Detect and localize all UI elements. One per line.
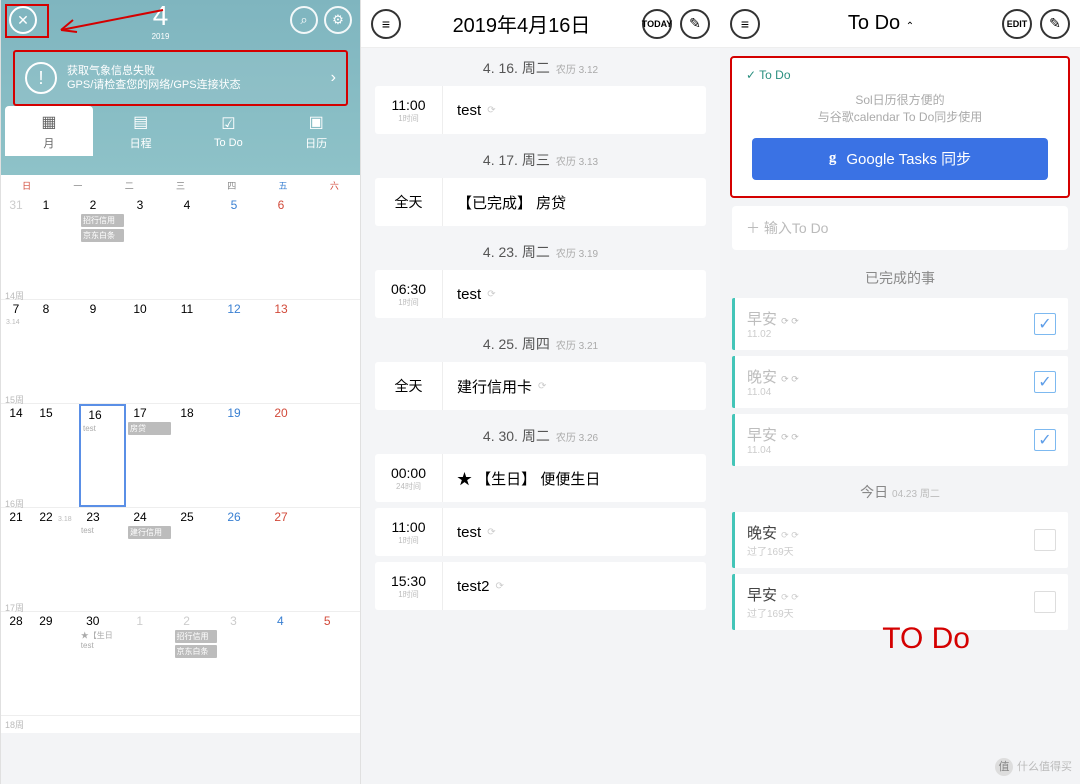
check-icon[interactable]: ✓ (1034, 429, 1056, 451)
agenda-day-header: 4. 25. 周四农历 3.21 (361, 324, 720, 362)
agenda-title: 2019年4月16日 (401, 9, 642, 38)
agenda-event[interactable]: 00:0024时间 ★ 【生日】 便便生日 (375, 454, 706, 502)
tab-calendar[interactable]: ▣日历 (272, 106, 360, 156)
watermark: 值什么值得买 (995, 758, 1072, 776)
calendar-cell[interactable]: 25 (173, 508, 220, 611)
annotation-label-todo: TO Do (882, 622, 970, 656)
day-of-week-header: 日一二 三四五六 (1, 175, 360, 196)
agenda-event[interactable]: 全天 【已完成】 房贷 (375, 178, 706, 226)
calendar-cell[interactable]: 4 (173, 196, 220, 299)
todo-item-done[interactable]: 早安 ⟳ ⟳11.04 ✓ (732, 414, 1068, 466)
calendar-cell[interactable]: 31 (1, 196, 32, 299)
menu-icon[interactable]: ≡ (730, 9, 760, 39)
calendar-cell[interactable]: 223.18 (32, 508, 79, 611)
calendar-cell[interactable]: 3 (126, 196, 173, 299)
today-header: 今日 04.23 周二 (720, 472, 1080, 512)
settings-icon[interactable]: ⚙ (324, 6, 352, 34)
agenda-day-header: 4. 30. 周二农历 3.26 (361, 416, 720, 454)
search-icon[interactable]: ⌕ (290, 6, 318, 34)
sync-promo-box: To Do Sol日历很方便的与谷歌calendar To Do同步使用 gGo… (730, 56, 1070, 198)
chevron-right-icon: › (331, 69, 336, 87)
calendar-cell[interactable]: 16test (79, 404, 126, 507)
calendar-cell[interactable]: 13 (267, 300, 314, 403)
agenda-day-header: 4. 17. 周三农历 3.13 (361, 140, 720, 178)
checkbox[interactable] (1034, 591, 1056, 613)
calendar-cell[interactable]: 10 (126, 300, 173, 403)
agenda-event[interactable]: 06:301时间 test⟳ (375, 270, 706, 318)
check-icon[interactable]: ✓ (1034, 313, 1056, 335)
month-grid[interactable]: 3112招行信用京东白条345614周73.14891011121315周141… (1, 196, 360, 733)
tab-todo[interactable]: ☑To Do (185, 106, 273, 156)
calendar-cell[interactable]: 11 (173, 300, 220, 403)
todo-item-done[interactable]: 晚安 ⟳ ⟳11.04 ✓ (732, 356, 1068, 408)
edit-button[interactable]: EDIT (1002, 9, 1032, 39)
calendar-cell[interactable]: 1 (32, 196, 79, 299)
calendar-cell[interactable]: 21 (1, 508, 32, 611)
calendar-cell[interactable]: 23test (79, 508, 126, 611)
agenda-day-header: 4. 23. 周二农历 3.19 (361, 232, 720, 270)
google-sync-button[interactable]: gGoogle Tasks 同步 (752, 138, 1048, 180)
calendar-cell[interactable]: 5 (313, 612, 360, 715)
checkbox[interactable] (1034, 529, 1056, 551)
agenda-day-header: 4. 16. 周二农历 3.12 (361, 48, 720, 86)
alert-icon: ! (25, 62, 57, 94)
todo-item-pending[interactable]: 晚安 ⟳ ⟳过了169天 (732, 512, 1068, 568)
todo-tab-label[interactable]: To Do (732, 58, 1068, 86)
calendar-cell[interactable]: 20 (267, 404, 314, 507)
annotation-arrow (55, 6, 165, 36)
calendar-cell[interactable]: 15 (32, 404, 79, 507)
calendar-cell[interactable]: 73.14 (1, 300, 32, 403)
edit-icon[interactable]: ✎ (680, 9, 710, 39)
tab-agenda[interactable]: ▤日程 (97, 106, 185, 156)
menu-icon[interactable]: ≡ (371, 9, 401, 39)
calendar-cell[interactable]: 12 (220, 300, 267, 403)
completed-header: 已完成的事 (720, 258, 1080, 298)
calendar-cell[interactable]: 28 (1, 612, 32, 715)
weather-alert[interactable]: ! 获取气象信息失败 GPS/请检查您的网络/GPS连接状态 › (13, 50, 348, 106)
agenda-event[interactable]: 15:301时间 test2⟳ (375, 562, 706, 610)
alert-line1: 获取气象信息失败 (67, 64, 331, 78)
calendar-cell[interactable]: 8 (32, 300, 79, 403)
calendar-cell[interactable]: 1 (126, 612, 173, 715)
calendar-cell[interactable]: 3 (219, 612, 266, 715)
calendar-cell[interactable]: 14 (1, 404, 32, 507)
calendar-cell[interactable]: 5 (220, 196, 267, 299)
calendar-cell[interactable]: 4 (266, 612, 313, 715)
calendar-cell[interactable]: 18 (173, 404, 220, 507)
calendar-cell[interactable]: 24建行信用 (126, 508, 173, 611)
compose-icon[interactable]: ✎ (1040, 9, 1070, 39)
calendar-cell[interactable]: 2招行信用京东白条 (173, 612, 220, 715)
agenda-list[interactable]: 4. 16. 周二农历 3.12 11:001时间 test⟳ 4. 17. 周三… (361, 48, 720, 610)
calendar-cell[interactable]: 19 (220, 404, 267, 507)
calendar-cell[interactable]: 26 (220, 508, 267, 611)
today-button[interactable]: TODAY (642, 9, 672, 39)
alert-line2: GPS/请检查您的网络/GPS连接状态 (67, 78, 331, 92)
check-icon[interactable]: ✓ (1034, 371, 1056, 393)
calendar-cell[interactable]: 30★【生日 test (79, 612, 126, 715)
todo-item-done[interactable]: 早安 ⟳ ⟳11.02 ✓ (732, 298, 1068, 350)
calendar-cell[interactable]: 17房贷 (126, 404, 173, 507)
todo-title[interactable]: To Do ⌃ (760, 12, 1002, 35)
calendar-cell[interactable]: 6 (267, 196, 314, 299)
agenda-event[interactable]: 11:001时间 test⟳ (375, 86, 706, 134)
calendar-cell[interactable]: 27 (267, 508, 314, 611)
add-todo-input[interactable]: ＋ 输入To Do (732, 206, 1068, 250)
calendar-cell[interactable]: 9 (79, 300, 126, 403)
agenda-event[interactable]: 11:001时间 test⟳ (375, 508, 706, 556)
tab-month[interactable]: ▦月 (5, 106, 93, 156)
calendar-cell[interactable]: 2招行信用京东白条 (79, 196, 126, 299)
highlight-close (5, 4, 49, 38)
agenda-event[interactable]: 全天 建行信用卡⟳ (375, 362, 706, 410)
calendar-cell[interactable]: 29 (32, 612, 79, 715)
